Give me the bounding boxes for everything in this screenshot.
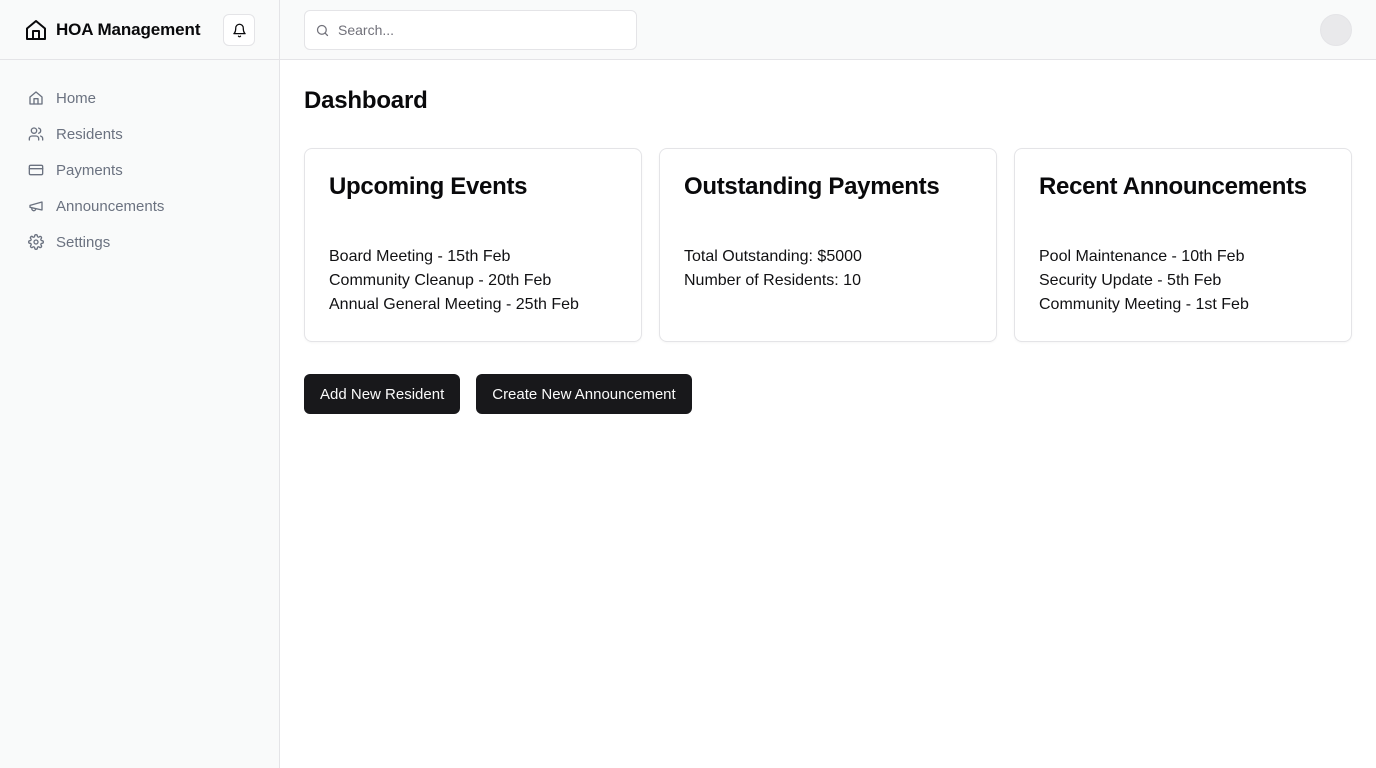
credit-card-icon bbox=[28, 164, 44, 176]
sidebar-item-label: Settings bbox=[56, 233, 111, 251]
page-title: Dashboard bbox=[304, 87, 428, 114]
sidebar-nav: Home Residents Payments Announcements Se… bbox=[0, 60, 279, 280]
payment-stat: Total Outstanding: $5000 bbox=[684, 248, 862, 265]
upcoming-events-card: Upcoming Events Board Meeting - 15th Feb… bbox=[304, 148, 642, 342]
sidebar-item-settings[interactable]: Settings bbox=[16, 224, 263, 260]
dashboard-cards: Upcoming Events Board Meeting - 15th Feb… bbox=[304, 148, 1352, 342]
top-bar bbox=[280, 0, 1376, 60]
users-icon bbox=[28, 127, 44, 141]
event-item: Community Cleanup - 20th Feb bbox=[329, 272, 552, 289]
action-buttons: Add New Resident Create New Announcement bbox=[304, 374, 692, 414]
search-icon bbox=[316, 24, 329, 36]
sidebar: HOA Management Home Residents Payments A… bbox=[0, 0, 280, 768]
announcement-item: Security Update - 5th Feb bbox=[1039, 272, 1222, 289]
announcement-item: Pool Maintenance - 10th Feb bbox=[1039, 248, 1245, 265]
brand[interactable]: HOA Management bbox=[24, 18, 200, 42]
event-item: Annual General Meeting - 25th Feb bbox=[329, 296, 579, 313]
sidebar-item-label: Announcements bbox=[56, 197, 165, 215]
bell-icon bbox=[232, 23, 246, 37]
sidebar-item-payments[interactable]: Payments bbox=[16, 152, 263, 188]
notifications-button[interactable] bbox=[223, 14, 255, 46]
app-title: HOA Management bbox=[56, 19, 201, 39]
card-body: Total Outstanding: $5000 Number of Resid… bbox=[684, 245, 972, 293]
sidebar-item-residents[interactable]: Residents bbox=[16, 116, 263, 152]
outstanding-payments-card: Outstanding Payments Total Outstanding: … bbox=[659, 148, 997, 342]
card-title: Upcoming Events bbox=[329, 173, 528, 200]
sidebar-item-label: Home bbox=[56, 89, 97, 107]
card-body: Board Meeting - 15th Feb Community Clean… bbox=[329, 245, 617, 317]
announcement-item: Community Meeting - 1st Feb bbox=[1039, 296, 1249, 313]
sidebar-item-label: Residents bbox=[56, 125, 123, 143]
gear-icon bbox=[28, 234, 44, 250]
sidebar-header: HOA Management bbox=[0, 0, 279, 60]
sidebar-item-announcements[interactable]: Announcements bbox=[16, 188, 263, 224]
home-icon bbox=[29, 91, 43, 105]
add-resident-button[interactable]: Add New Resident bbox=[304, 374, 461, 414]
create-announcement-button[interactable]: Create New Announcement bbox=[476, 374, 692, 414]
sidebar-item-home[interactable]: Home bbox=[16, 80, 263, 116]
payment-stat: Number of Residents: 10 bbox=[684, 272, 861, 289]
sidebar-item-label: Payments bbox=[56, 161, 123, 179]
event-item: Board Meeting - 15th Feb bbox=[329, 248, 511, 265]
recent-announcements-card: Recent Announcements Pool Maintenance - … bbox=[1014, 148, 1352, 342]
card-title: Recent Announcements bbox=[1039, 173, 1307, 200]
home-logo-icon bbox=[26, 19, 46, 40]
search-box[interactable] bbox=[304, 10, 637, 50]
main-content: Dashboard Upcoming Events Board Meeting … bbox=[304, 60, 1352, 414]
megaphone-icon bbox=[29, 201, 43, 212]
user-avatar[interactable] bbox=[1320, 14, 1352, 46]
card-body: Pool Maintenance - 10th Feb Security Upd… bbox=[1039, 245, 1327, 317]
search-input[interactable] bbox=[338, 22, 618, 38]
card-title: Outstanding Payments bbox=[684, 173, 940, 200]
